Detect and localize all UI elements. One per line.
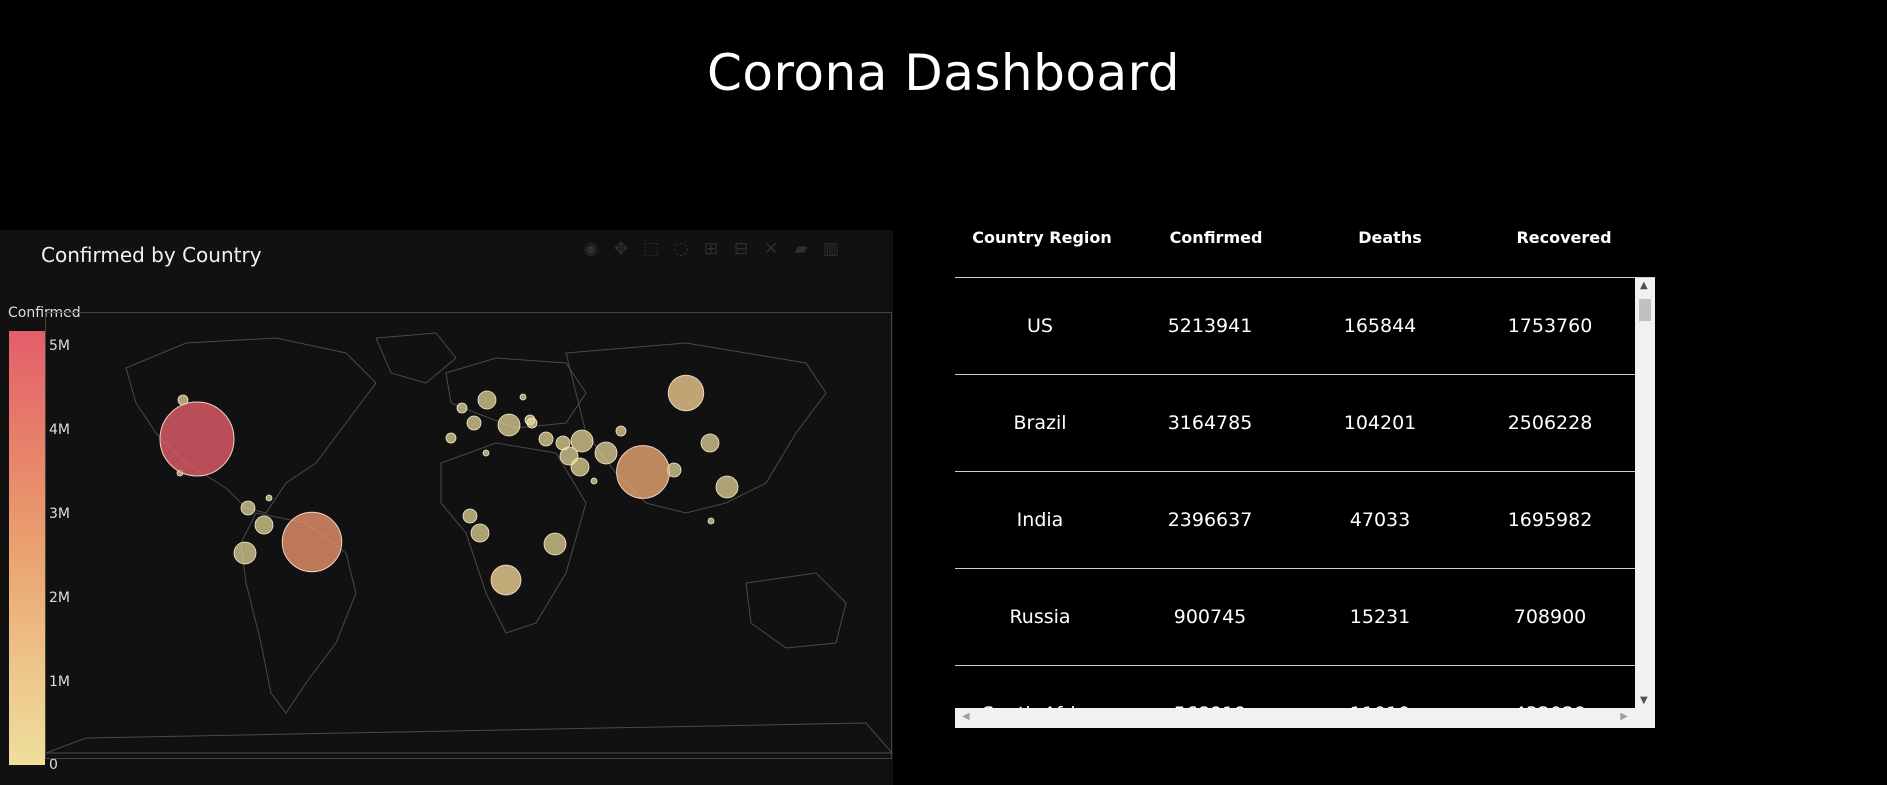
map-bubble xyxy=(482,449,490,457)
camera-icon[interactable]: ◉ xyxy=(580,238,602,260)
pan-icon[interactable]: ✥ xyxy=(610,238,632,260)
cell-deaths: 104201 xyxy=(1343,412,1417,434)
cell-recovered: 2506228 xyxy=(1507,412,1593,434)
map-bubble xyxy=(555,435,571,451)
map-bubble xyxy=(707,517,715,525)
map-bubble xyxy=(570,429,594,453)
map-bubble-south-africa xyxy=(490,564,522,596)
page-title: Corona Dashboard xyxy=(706,44,1181,102)
map-title: Confirmed by Country xyxy=(41,243,262,267)
map-bubble-us xyxy=(159,401,235,477)
map-bubble xyxy=(233,541,257,565)
table-row: Brazil 3164785 104201 2506228 xyxy=(955,375,1635,472)
table-row: Russia 900745 15231 708900 xyxy=(955,569,1635,666)
map-bubble xyxy=(543,532,567,556)
map-bubble xyxy=(594,441,618,465)
box-select-icon[interactable]: ⬚ xyxy=(640,238,662,260)
cell-recovered: 432029 xyxy=(1465,666,1635,708)
map-bubble xyxy=(445,432,457,444)
header-confirmed[interactable]: Confirmed xyxy=(1129,215,1303,277)
map-bubble xyxy=(526,417,538,429)
map-bubble-russia xyxy=(667,374,705,412)
modebar[interactable]: ◉ ✥ ⬚ ◌ ⊞ ⊟ ✕ ▰ ▥ xyxy=(580,238,842,260)
map-bubble xyxy=(497,413,521,437)
tag-icon[interactable]: ▰ xyxy=(790,238,812,260)
plotly-logo-icon[interactable]: ▥ xyxy=(820,238,842,260)
map-bubble xyxy=(570,457,590,477)
map-bubble xyxy=(538,431,554,447)
cell-deaths: 47033 xyxy=(1349,509,1411,531)
map-bubble-india xyxy=(616,445,670,499)
map-bubble xyxy=(240,500,256,516)
table-header: Country Region Confirmed Deaths Recovere… xyxy=(955,215,1655,278)
map-bubble xyxy=(590,477,598,485)
legend-colorbar xyxy=(9,331,45,765)
reset-icon[interactable]: ✕ xyxy=(760,238,782,260)
cell-country: US xyxy=(1027,315,1053,337)
zoom-out-icon[interactable]: ⊟ xyxy=(730,238,752,260)
world-map-svg xyxy=(46,332,893,754)
map-bubble xyxy=(715,475,739,499)
data-table[interactable]: Country Region Confirmed Deaths Recovere… xyxy=(955,215,1655,730)
cell-recovered: 1695982 xyxy=(1507,509,1593,531)
map-panel[interactable]: Confirmed by Country ◉ ✥ ⬚ ◌ ⊞ ⊟ ✕ ▰ ▥ C… xyxy=(0,230,893,785)
cell-recovered: 708900 xyxy=(1513,606,1587,628)
bubble-layer xyxy=(159,374,739,596)
map-bubble xyxy=(700,433,720,453)
map-bubble xyxy=(265,494,273,502)
scroll-up-icon[interactable]: ▲ xyxy=(1640,280,1648,291)
horizontal-scrollbar[interactable]: ◀ ▶ xyxy=(955,708,1655,728)
map-bubble xyxy=(615,425,627,437)
scroll-down-icon[interactable]: ▼ xyxy=(1640,695,1648,706)
map-bubble xyxy=(470,523,490,543)
map-bubble-brazil xyxy=(281,511,343,573)
cell-deaths: 15231 xyxy=(1349,606,1411,628)
cell-confirmed: 2396637 xyxy=(1167,509,1253,531)
scroll-left-icon[interactable]: ◀ xyxy=(962,711,970,722)
table-row: US 5213941 165844 1753760 xyxy=(955,278,1635,375)
header-country[interactable]: Country Region xyxy=(955,215,1129,277)
cell-recovered: 1753760 xyxy=(1507,315,1593,337)
cell-country: India xyxy=(1016,509,1064,531)
map-bubble xyxy=(477,390,497,410)
cell-country: Brazil xyxy=(1013,412,1067,434)
scroll-right-icon[interactable]: ▶ xyxy=(1620,711,1628,722)
scroll-thumb[interactable] xyxy=(1639,299,1651,321)
table-body[interactable]: US 5213941 165844 1753760 Brazil 3164785… xyxy=(955,278,1635,708)
cell-deaths: 11010 xyxy=(1295,666,1465,708)
map-bubble xyxy=(456,402,468,414)
map-bubble xyxy=(254,515,274,535)
cell-country: Russia xyxy=(1009,606,1071,628)
vertical-scrollbar[interactable]: ▲ ▼ xyxy=(1635,278,1655,708)
cell-confirmed: 900745 xyxy=(1173,606,1247,628)
map-bubble xyxy=(462,508,478,524)
cell-confirmed: 3164785 xyxy=(1167,412,1253,434)
cell-confirmed: 568919 xyxy=(1125,666,1295,708)
world-map[interactable] xyxy=(45,312,893,759)
header-recovered[interactable]: Recovered xyxy=(1477,215,1651,277)
cell-deaths: 165844 xyxy=(1343,315,1417,337)
table-row: India 2396637 47033 1695982 xyxy=(955,472,1635,569)
cell-confirmed: 5213941 xyxy=(1167,315,1253,337)
header-deaths[interactable]: Deaths xyxy=(1303,215,1477,277)
lasso-icon[interactable]: ◌ xyxy=(670,238,692,260)
table-row: South Africa 568919 11010 432029 xyxy=(955,666,1635,708)
cell-country: South Africa xyxy=(955,666,1125,708)
map-bubble xyxy=(466,415,482,431)
zoom-in-icon[interactable]: ⊞ xyxy=(700,238,722,260)
map-bubble xyxy=(519,393,527,401)
